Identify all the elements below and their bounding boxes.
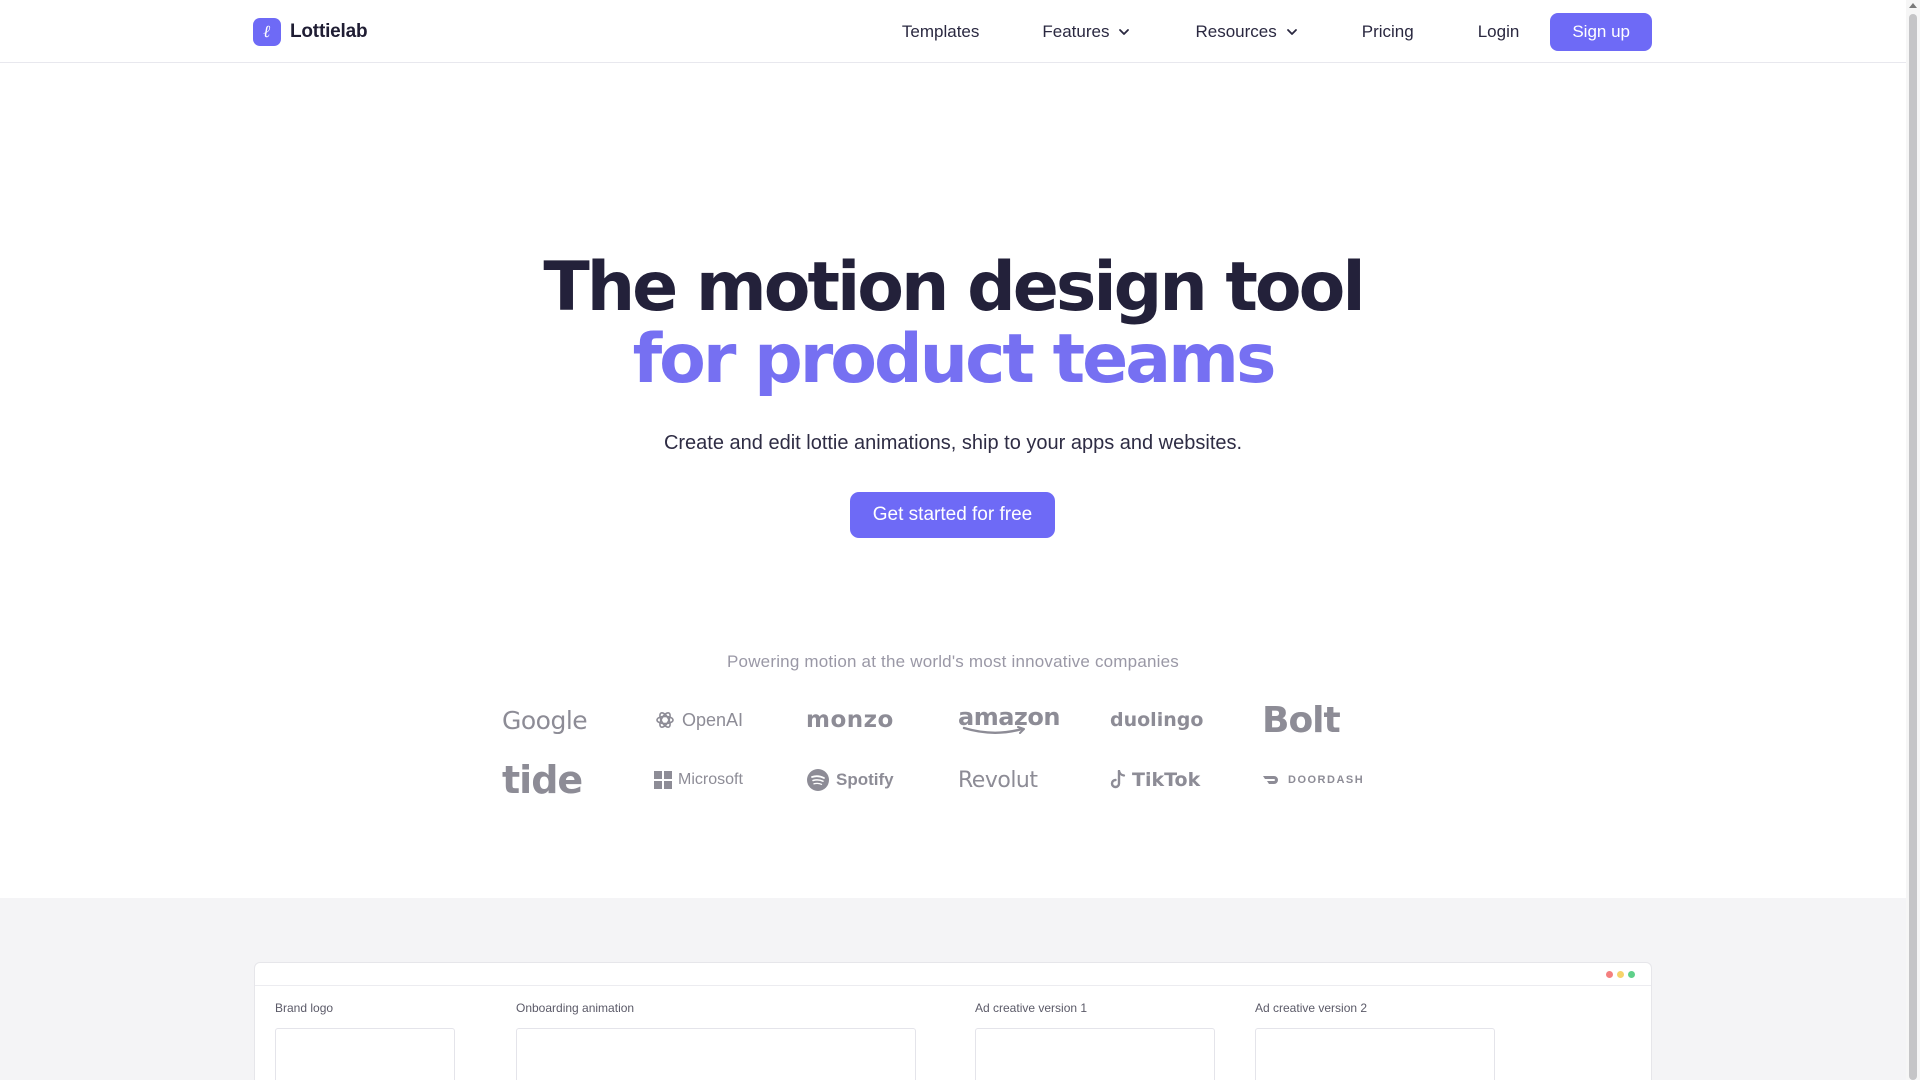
duolingo-logo-text: duolingo [1110, 709, 1204, 731]
customers-heading: Powering motion at the world's most inno… [727, 652, 1179, 671]
chevron-down-icon [1119, 29, 1130, 35]
bolt-logo-text: Bolt [1262, 699, 1341, 741]
doordash-logo: DOORDASH [1262, 760, 1414, 800]
chevron-down-icon [1286, 29, 1297, 35]
card-label-onboarding: Onboarding animation [516, 1001, 635, 1015]
nav-features-label: Features [1042, 22, 1110, 41]
login-link[interactable]: Login [1478, 22, 1520, 42]
microsoft-logo: Microsoft [654, 760, 806, 800]
card-label-ad-v2: Ad creative version 2 [1255, 1001, 1368, 1015]
doordash-logo-text: DOORDASH [1288, 774, 1365, 786]
nav-features-dropdown[interactable]: Features [1042, 22, 1131, 42]
amazon-smile-icon [962, 726, 1025, 734]
bolt-logo: Bolt [1262, 699, 1414, 741]
hero-title: The motion design tool for product teams [0, 252, 1906, 396]
tiktok-logo: TikTok [1110, 760, 1262, 800]
revolut-logo-text: Revolut [958, 767, 1038, 793]
hero-subtitle: Create and edit lottie animations, ship … [663, 432, 1243, 454]
window-maximize-dot [1628, 971, 1635, 978]
get-started-button[interactable]: Get started for free [850, 492, 1055, 538]
duolingo-logo: duolingo [1110, 700, 1262, 740]
tiktok-icon [1110, 770, 1126, 789]
microsoft-logo-text: Microsoft [678, 771, 743, 788]
card-label-brand-logo: Brand logo [275, 1001, 334, 1015]
scrollbar-thumb[interactable] [1909, 14, 1917, 1080]
google-logo: Google [502, 700, 654, 740]
nav-pricing-link[interactable]: Pricing [1362, 22, 1414, 42]
window-minimize-dot [1617, 971, 1624, 978]
nav-resources-dropdown[interactable]: Resources [1195, 22, 1298, 42]
page-scrollbar[interactable] [1906, 0, 1920, 1080]
monzo-logo: monzo [806, 700, 958, 740]
tide-logo: tide [502, 758, 654, 802]
window-controls [1606, 971, 1635, 978]
customer-logos: Google OpenAI monzo amazon duolingo Bolt… [502, 699, 1414, 803]
product-preview-window: Brand logo Onboarding animation Ad creat… [254, 962, 1652, 1080]
spotify-icon [807, 769, 829, 791]
window-close-dot [1606, 971, 1613, 978]
lottielab-logo-icon: ℓ [253, 18, 281, 46]
openai-logo-text: OpenAI [682, 709, 744, 730]
card-brand-logo[interactable] [275, 1028, 455, 1080]
nav-templates-link[interactable]: Templates [902, 22, 979, 42]
google-logo-text: Google [502, 705, 588, 735]
nav-templates-label: Templates [901, 22, 980, 41]
openai-logo: OpenAI [654, 700, 806, 740]
tide-logo-text: tide [502, 758, 583, 802]
nav-resources-label: Resources [1195, 22, 1277, 41]
scroll-up-arrow-icon[interactable] [1909, 3, 1917, 8]
brand-name: Lottielab [290, 21, 368, 42]
card-label-ad-v1: Ad creative version 1 [975, 1001, 1088, 1015]
doordash-icon [1263, 776, 1278, 784]
microsoft-icon [654, 771, 672, 789]
card-onboarding-animation[interactable] [516, 1028, 916, 1080]
brand-logo[interactable]: ℓ Lottielab [253, 18, 368, 46]
card-ad-creative-v1[interactable] [975, 1028, 1215, 1080]
openai-icon [656, 712, 674, 728]
amazon-logo: amazon [958, 700, 1110, 740]
card-ad-creative-v2[interactable] [1255, 1028, 1495, 1080]
tiktok-logo-text: TikTok [1132, 769, 1201, 791]
monzo-logo-text: monzo [806, 707, 894, 733]
nav-pricing-label: Pricing [1361, 22, 1414, 41]
hero-title-line2: for product teams [632, 320, 1277, 399]
spotify-logo-text: Spotify [836, 770, 894, 789]
hero-title-line1: The motion design tool [543, 248, 1365, 327]
signup-button[interactable]: Sign up [1550, 13, 1652, 51]
window-titlebar [255, 963, 1651, 986]
site-header: ℓ Lottielab Templates Features Resources… [0, 0, 1906, 63]
revolut-logo: Revolut [958, 760, 1110, 800]
preview-canvas: Brand logo Onboarding animation Ad creat… [255, 987, 1651, 1080]
login-label: Login [1477, 22, 1520, 41]
spotify-logo: Spotify [806, 760, 958, 800]
main-nav: Templates Features Resources Pricing Log… [902, 13, 1652, 51]
